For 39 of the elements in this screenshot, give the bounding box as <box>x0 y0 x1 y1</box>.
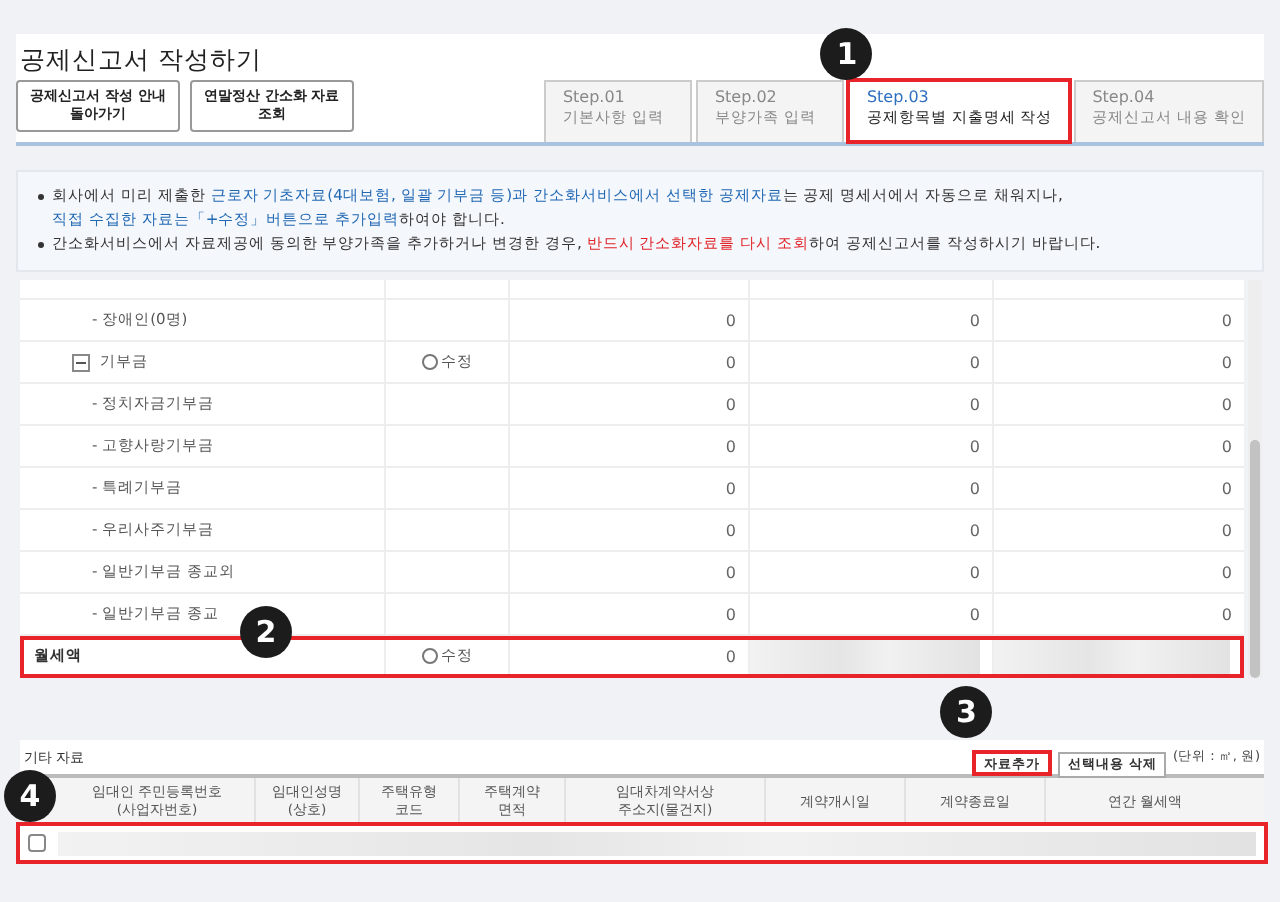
step-number: Step.03 <box>866 88 931 108</box>
amount-value: 0 <box>725 395 736 414</box>
amount-value: 0 <box>969 311 980 330</box>
amount-value: 0 <box>725 479 736 498</box>
page-title: 공제신고서 작성하기 <box>18 44 262 78</box>
bullet-icon <box>38 241 44 248</box>
callout-number: 4 <box>4 770 56 823</box>
amount-value: 0 <box>969 395 980 414</box>
amount-value: 0 <box>725 437 736 456</box>
amount-value: 0 <box>725 563 736 582</box>
step-number: Step.04 <box>1092 88 1157 108</box>
step-number: Step.01 <box>562 88 627 108</box>
amount-value: 0 <box>725 521 736 540</box>
amount-value: 0 <box>1221 353 1232 372</box>
collapse-icon[interactable] <box>72 353 90 372</box>
bullet-icon <box>38 194 44 200</box>
scrollbar-thumb[interactable] <box>1250 440 1260 679</box>
amount-value: 0 <box>1221 437 1232 456</box>
callout-number: 2 <box>240 606 292 659</box>
amount-value: 0 <box>1221 521 1232 540</box>
amount-value: 0 <box>1221 311 1232 330</box>
amount-value: 0 <box>969 563 980 582</box>
callout-number: 1 <box>820 28 873 80</box>
amount-value: 0 <box>725 353 736 372</box>
amount-value: 0 <box>969 479 980 498</box>
amount-value: 0 <box>969 521 980 540</box>
amount-value: 0 <box>1221 479 1232 498</box>
row-checkbox[interactable] <box>28 834 46 853</box>
amount-value: 0 <box>1221 395 1232 414</box>
step-number: Step.02 <box>714 88 779 108</box>
amount-value: 0 <box>725 605 736 624</box>
amount-value: 0 <box>969 437 980 456</box>
amount-value: 0 <box>1221 563 1232 582</box>
callout-number: 3 <box>940 686 993 739</box>
amount-value: 0 <box>725 647 736 666</box>
amount-value: 0 <box>1221 605 1232 624</box>
amount-value: 0 <box>969 353 980 372</box>
amount-value: 0 <box>969 605 980 624</box>
amount-value: 0 <box>725 311 736 330</box>
